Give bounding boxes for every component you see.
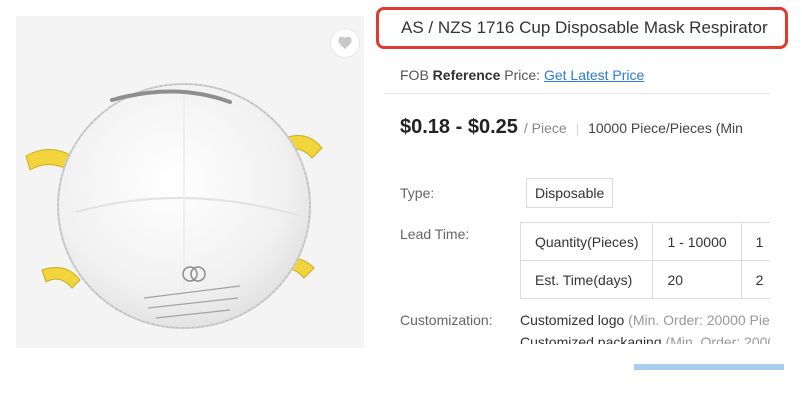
progress-indicator	[634, 364, 784, 370]
table-cell: 1 - 10000	[652, 222, 742, 261]
product-image[interactable]	[16, 16, 364, 348]
customization-label: Customization:	[400, 312, 493, 328]
fob-suffix: Price:	[504, 67, 541, 83]
type-label: Type:	[400, 185, 435, 201]
fob-prefix: FOB	[400, 67, 429, 83]
table-cell: Quantity(Pieces)	[520, 222, 654, 261]
fob-reference: Reference	[432, 67, 501, 83]
price-unit: / Piece	[523, 120, 567, 136]
product-title-highlight: AS / NZS 1716 Cup Disposable Mask Respir…	[376, 7, 788, 49]
custom-option-note: (Min. Order: 20000 Pieces)	[628, 312, 770, 328]
type-option-disposable[interactable]: Disposable	[526, 178, 614, 208]
table-cell: Est. Time(days)	[520, 260, 654, 299]
price-separator: |	[575, 121, 580, 136]
favorite-button[interactable]	[330, 28, 360, 58]
lead-time-table: Quantity(Pieces) 1 - 10000 1 Est. Time(d…	[520, 222, 770, 300]
custom-option-text: Customized logo	[520, 312, 625, 328]
table-row: Est. Time(days) 20 2	[520, 260, 770, 299]
mask-image	[25, 83, 323, 329]
heart-icon	[338, 36, 352, 49]
table-row: Quantity(Pieces) 1 - 10000 1	[520, 222, 770, 261]
custom-option-logo[interactable]: Customized logo (Min. Order: 20000 Piece…	[520, 312, 770, 328]
custom-option-packaging[interactable]: Customized packaging (Min. Order: 20000 …	[520, 334, 770, 344]
min-order: 10000 Piece/Pieces (Min	[588, 120, 743, 136]
table-cell: 2	[740, 260, 770, 299]
custom-option-text: Customized packaging	[520, 334, 662, 344]
product-title: AS / NZS 1716 Cup Disposable Mask Respir…	[401, 18, 768, 37]
price-range: $0.18 - $0.25	[400, 116, 518, 138]
divider	[384, 93, 770, 94]
table-cell: 20	[652, 260, 742, 299]
price-row: $0.18 - $0.25 / Piece | 10000 Piece/Piec…	[400, 116, 770, 139]
fob-price-line: FOB Reference Price: Get Latest Price	[400, 67, 644, 83]
table-cell: 1	[740, 222, 770, 261]
get-latest-price-link[interactable]: Get Latest Price	[544, 67, 644, 83]
custom-option-note: (Min. Order: 20000 Pieces)	[665, 334, 770, 344]
lead-time-label: Lead Time:	[400, 226, 470, 242]
